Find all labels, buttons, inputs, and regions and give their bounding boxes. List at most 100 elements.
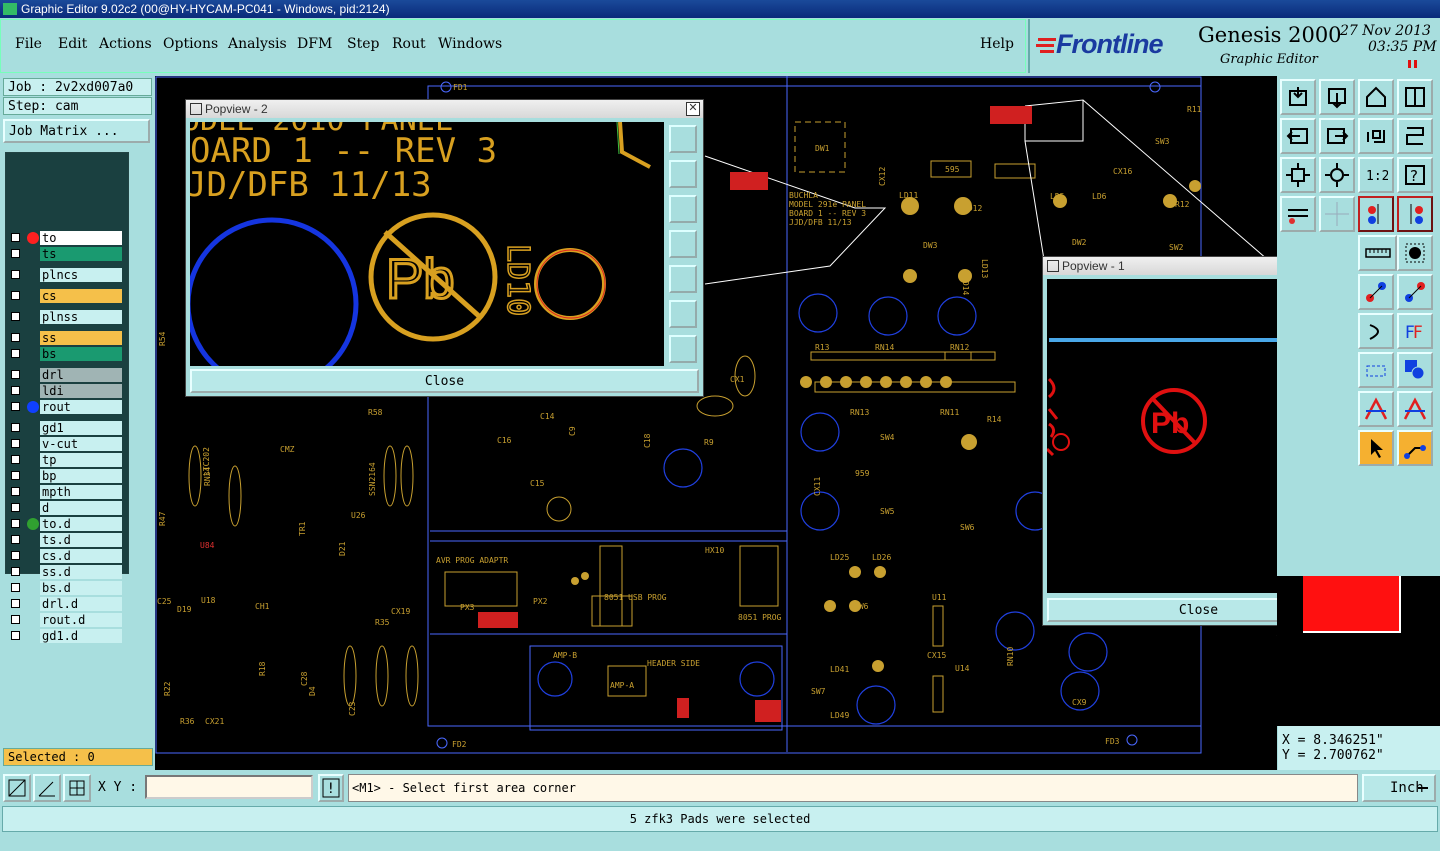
pan-right-icon[interactable] bbox=[1319, 118, 1355, 154]
mirror-icon[interactable] bbox=[1397, 118, 1433, 154]
layer-row-tp[interactable]: tp bbox=[8, 453, 124, 467]
layer-row-cs-d[interactable]: cs.d bbox=[8, 549, 124, 563]
popview-2-canvas[interactable]: ODEL 2010 PANEL OARD 1 -- REV 3 JD/DFB 1… bbox=[190, 122, 664, 366]
drc-blue-icon[interactable] bbox=[1397, 391, 1433, 427]
layer-checkbox[interactable] bbox=[11, 386, 20, 395]
house-icon[interactable] bbox=[1358, 79, 1394, 115]
overview-map[interactable] bbox=[1277, 576, 1440, 726]
layer-row-gd1[interactable]: gd1 bbox=[8, 421, 124, 435]
angle-icon[interactable] bbox=[33, 774, 61, 802]
layer-checkbox[interactable] bbox=[11, 551, 20, 560]
popview-1-canvas[interactable]: Pb bbox=[1047, 279, 1315, 593]
layer-row-drl-d[interactable]: drl.d bbox=[8, 597, 124, 611]
popview-2-tool-5[interactable] bbox=[669, 265, 697, 293]
layer-checkbox[interactable] bbox=[11, 455, 20, 464]
arc-icon[interactable] bbox=[1358, 313, 1394, 349]
layers-icon[interactable] bbox=[1397, 352, 1433, 388]
layer-checkbox[interactable] bbox=[11, 233, 20, 242]
popview-2-tool-7[interactable] bbox=[669, 335, 697, 363]
menu-file[interactable]: File bbox=[15, 36, 42, 52]
layer-row-d[interactable]: d bbox=[8, 501, 124, 515]
layer-row-plncs[interactable]: plncs bbox=[8, 268, 124, 282]
layer-row-ss-d[interactable]: ss.d bbox=[8, 565, 124, 579]
layer-row-to[interactable]: to bbox=[8, 231, 124, 245]
popview-2-tool-6[interactable] bbox=[669, 300, 697, 328]
zoom-area-icon[interactable] bbox=[3, 774, 31, 802]
close-icon[interactable]: ✕ bbox=[686, 102, 700, 116]
layer-checkbox[interactable] bbox=[11, 599, 20, 608]
layer-row-cs[interactable]: cs bbox=[8, 289, 124, 303]
layer-row-mpth[interactable]: mpth bbox=[8, 485, 124, 499]
popview-2-tool-4[interactable] bbox=[669, 230, 697, 258]
menu-edit[interactable]: Edit bbox=[58, 36, 87, 52]
menu-windows[interactable]: Windows bbox=[438, 36, 502, 52]
layer-row-bs-d[interactable]: bs.d bbox=[8, 581, 124, 595]
snap-blue-icon[interactable] bbox=[1397, 196, 1433, 232]
menu-step[interactable]: Step bbox=[347, 36, 379, 52]
popview-2-tool-1[interactable] bbox=[669, 125, 697, 153]
flip-f-icon[interactable]: FF bbox=[1397, 313, 1433, 349]
download-icon[interactable] bbox=[1319, 79, 1355, 115]
snap-grid-icon[interactable] bbox=[63, 774, 91, 802]
palette-icon[interactable] bbox=[1280, 196, 1316, 232]
layer-checkbox[interactable] bbox=[11, 631, 20, 640]
xy-input[interactable] bbox=[145, 775, 313, 799]
layer-checkbox[interactable] bbox=[11, 439, 20, 448]
window-menu-icon[interactable] bbox=[1047, 260, 1059, 272]
layer-checkbox[interactable] bbox=[11, 402, 20, 411]
units-selector[interactable]: Inch bbox=[1362, 774, 1436, 802]
menu-help[interactable]: Help bbox=[980, 36, 1014, 52]
pointer-icon[interactable] bbox=[1358, 430, 1394, 466]
layer-checkbox[interactable] bbox=[11, 349, 20, 358]
ruler-icon[interactable] bbox=[1358, 235, 1397, 271]
layer-checkbox[interactable] bbox=[11, 583, 20, 592]
menu-options[interactable]: Options bbox=[163, 36, 218, 52]
layer-row-gd1-d[interactable]: gd1.d bbox=[8, 629, 124, 643]
layer-checkbox[interactable] bbox=[11, 487, 20, 496]
popview-2-tool-3[interactable] bbox=[669, 195, 697, 223]
split-view-icon[interactable] bbox=[1397, 79, 1433, 115]
layer-checkbox[interactable] bbox=[11, 333, 20, 342]
compare-icon[interactable] bbox=[1358, 352, 1394, 388]
layer-row-ts-d[interactable]: ts.d bbox=[8, 533, 124, 547]
layer-checkbox[interactable] bbox=[11, 312, 20, 321]
layer-row-ss[interactable]: ss bbox=[8, 331, 124, 345]
layer-checkbox[interactable] bbox=[11, 519, 20, 528]
help-question-icon[interactable]: ? bbox=[1397, 157, 1433, 193]
layer-checkbox[interactable] bbox=[11, 249, 20, 258]
layer-row-rout[interactable]: rout bbox=[8, 400, 124, 414]
layer-checkbox[interactable] bbox=[11, 471, 20, 480]
measure-red-icon[interactable] bbox=[1358, 274, 1394, 310]
layer-checkbox[interactable] bbox=[11, 567, 20, 576]
layer-checkbox[interactable] bbox=[11, 535, 20, 544]
overview-viewport[interactable] bbox=[1303, 576, 1401, 633]
drc-red-icon[interactable] bbox=[1358, 391, 1394, 427]
measure-blue-icon[interactable] bbox=[1397, 274, 1433, 310]
popview-2-tool-2[interactable] bbox=[669, 160, 697, 188]
pan-left-icon[interactable] bbox=[1280, 118, 1316, 154]
window-menu-icon[interactable] bbox=[190, 103, 202, 115]
layer-checkbox[interactable] bbox=[11, 370, 20, 379]
menu-analysis[interactable]: Analysis bbox=[228, 36, 287, 52]
layer-row-plnss[interactable]: plnss bbox=[8, 310, 124, 324]
layer-row-to-d[interactable]: to.d bbox=[8, 517, 124, 531]
menu-dfm[interactable]: DFM bbox=[297, 36, 332, 52]
layer-checkbox[interactable] bbox=[11, 503, 20, 512]
layer-row-v-cut[interactable]: v-cut bbox=[8, 437, 124, 451]
popview-2-close-button[interactable]: Close bbox=[190, 369, 699, 393]
layer-row-ldi[interactable]: ldi bbox=[8, 384, 124, 398]
layer-checkbox[interactable] bbox=[11, 291, 20, 300]
snap-red-icon[interactable] bbox=[1358, 196, 1394, 232]
route-icon[interactable] bbox=[1397, 430, 1433, 466]
zoom-fit-icon[interactable] bbox=[1280, 157, 1316, 193]
layer-row-bs[interactable]: bs bbox=[8, 347, 124, 361]
select-box-icon[interactable] bbox=[1397, 235, 1433, 271]
alert-icon[interactable]: ! bbox=[318, 774, 344, 802]
zoom-home-icon[interactable] bbox=[1319, 157, 1355, 193]
rotate-icon[interactable] bbox=[1358, 118, 1394, 154]
layer-checkbox[interactable] bbox=[11, 270, 20, 279]
layer-row-bp[interactable]: bp bbox=[8, 469, 124, 483]
layer-row-drl[interactable]: drl bbox=[8, 368, 124, 382]
layer-checkbox[interactable] bbox=[11, 615, 20, 624]
menu-rout[interactable]: Rout bbox=[392, 36, 426, 52]
